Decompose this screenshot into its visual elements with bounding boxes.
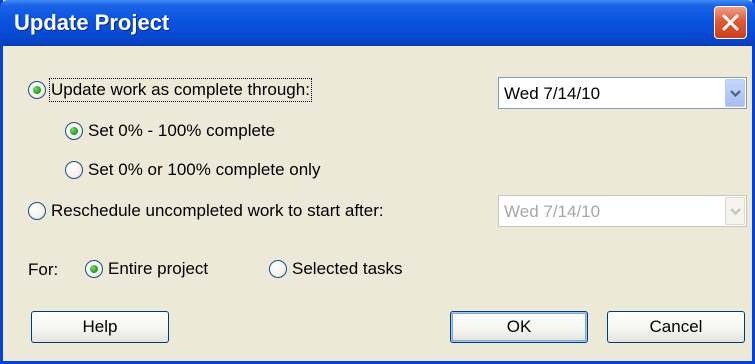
set-binary-label: Set 0% or 100% complete only [88,160,321,179]
help-button[interactable]: Help [31,311,169,343]
complete-through-dropdown-button[interactable] [725,79,745,107]
dialog-body: Update work as complete through: Wed 7/1… [3,46,752,361]
title-bar: Update Project [0,0,755,46]
reschedule-dropdown-button [725,197,745,225]
reschedule-radio[interactable] [28,202,46,220]
reschedule-label: Reschedule uncompleted work to start aft… [51,201,384,220]
update-work-label: Update work as complete through: [49,78,312,102]
set-binary-radio[interactable] [65,161,83,179]
close-icon [722,14,739,31]
entire-project-option[interactable]: Entire project [85,259,208,279]
update-project-dialog: Update Project Update work as complete t… [0,0,755,364]
set-range-label: Set 0% - 100% complete [88,121,276,140]
chevron-down-icon [730,90,741,97]
selected-tasks-label: Selected tasks [292,259,403,278]
complete-through-date-value: Wed 7/14/10 [504,84,601,103]
for-label: For: [28,260,59,279]
entire-project-radio[interactable] [85,260,103,278]
selected-tasks-option[interactable]: Selected tasks [269,259,403,279]
reschedule-date-value: Wed 7/14/10 [504,202,601,221]
ok-button[interactable]: OK [450,311,588,343]
reschedule-date-dropdown: Wed 7/14/10 [498,195,747,227]
complete-through-date-dropdown[interactable]: Wed 7/14/10 [498,77,747,109]
chevron-down-icon [730,208,741,215]
set-range-option[interactable]: Set 0% - 100% complete [65,121,275,141]
dialog-title: Update Project [14,10,170,35]
set-binary-option[interactable]: Set 0% or 100% complete only [65,160,320,180]
set-range-radio[interactable] [65,122,83,140]
update-work-option[interactable]: Update work as complete through: [28,78,312,102]
selected-tasks-radio[interactable] [269,260,287,278]
reschedule-option[interactable]: Reschedule uncompleted work to start aft… [28,201,384,221]
close-button[interactable] [714,6,747,39]
cancel-button[interactable]: Cancel [607,311,745,343]
update-work-radio[interactable] [28,81,46,99]
entire-project-label: Entire project [108,259,209,278]
